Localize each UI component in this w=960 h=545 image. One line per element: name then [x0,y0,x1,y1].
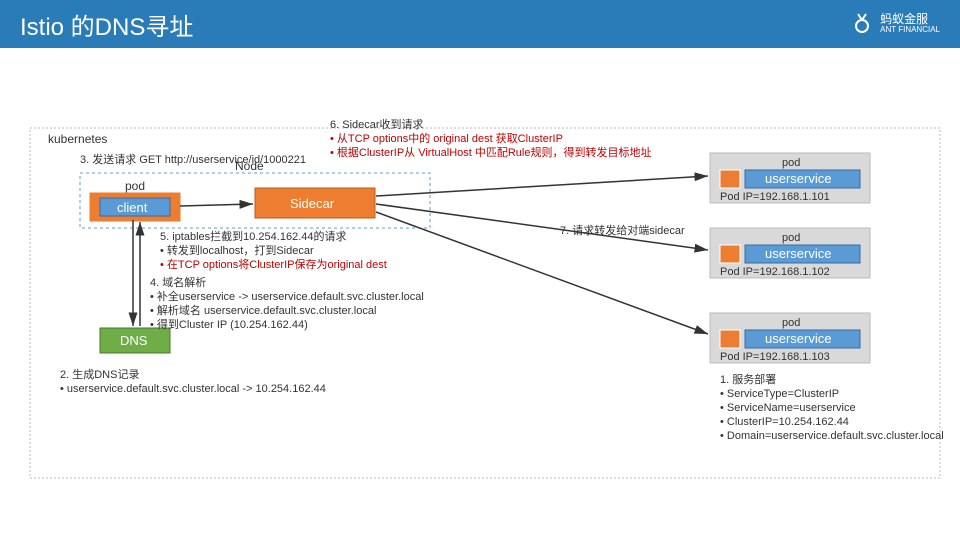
sidecar-label: Sidecar [290,196,335,211]
svg-text:pod: pod [782,232,800,244]
brand-en: ANT FINANCIAL [880,26,940,35]
svg-text:• 从TCP options中的 original dest: • 从TCP options中的 original dest 获取Cluster… [330,131,563,145]
step5-b1: 转发到localhost，打到Sidecar [167,243,314,257]
svc-pod-3: pod userservice Pod IP=192.168.1.103 [710,313,870,363]
step1-b4: Domain=userservice.default.svc.cluster.l… [727,430,944,442]
svg-text:Pod IP=192.168.1.102: Pod IP=192.168.1.102 [720,266,830,278]
svg-text:• Domain=userservice.default.s: • Domain=userservice.default.svc.cluster… [720,430,944,442]
svg-text:Pod IP=192.168.1.101: Pod IP=192.168.1.101 [720,191,830,203]
svg-text:• 根据ClusterIP从 VirtualHost 中匹配: • 根据ClusterIP从 VirtualHost 中匹配Rule规则，得到转… [330,145,652,159]
step4-b1: 补全userservice -> userservice.default.svc… [157,289,424,303]
step6-r1: 从TCP options中的 original dest 获取ClusterIP [337,131,563,145]
step6-title: 6. Sidecar收到请求 [330,117,424,131]
step4-b2: 解析域名 userservice.default.svc.cluster.loc… [157,303,376,317]
svg-text:• ServiceType=ClusterIP: • ServiceType=ClusterIP [720,388,839,400]
svg-text:• 解析域名 userservice.default.svc: • 解析域名 userservice.default.svc.cluster.l… [150,303,376,317]
step1-title: 1. 服务部署 [720,372,776,386]
ant-icon [850,12,874,36]
svc-pod-2: pod userservice Pod IP=192.168.1.102 [710,228,870,278]
step4-b3: 得到Cluster IP (10.254.162.44) [157,318,308,331]
client-label: client [117,200,148,215]
svg-text:pod: pod [782,157,800,169]
node-pod-label: pod [125,179,145,193]
step6-r2: 根据ClusterIP从 VirtualHost 中匹配Rule规则，得到转发目… [337,145,652,159]
svg-text:userservice: userservice [765,331,831,346]
brand-block: 蚂蚁金服 ANT FINANCIAL [850,12,940,36]
step1-b3: ClusterIP=10.254.162.44 [727,416,849,428]
svg-text:• ServiceName=userservice: • ServiceName=userservice [720,402,856,414]
diagram-area: kubernetes Node pod client Sidecar DNS 3… [0,48,960,540]
svg-text:• 补全userservice -> userservice: • 补全userservice -> userservice.default.s… [150,289,424,303]
step1-b2: ServiceName=userservice [727,402,856,414]
svg-text:• 得到Cluster IP (10.254.162.44): • 得到Cluster IP (10.254.162.44) [150,318,308,331]
svg-text:• ClusterIP=10.254.162.44: • ClusterIP=10.254.162.44 [720,416,849,428]
svg-text:• 在TCP options将ClusterIP保存为ori: • 在TCP options将ClusterIP保存为original dest [160,257,387,271]
svc-pod-1: pod userservice Pod IP=192.168.1.101 [710,153,870,203]
svg-text:• userservice.default.svc.clus: • userservice.default.svc.cluster.local … [60,383,326,395]
step5-r1: 在TCP options将ClusterIP保存为original dest [167,257,387,271]
step2-title: 2. 生成DNS记录 [60,367,139,381]
svg-text:• 转发到localhost，打到Sidecar: • 转发到localhost，打到Sidecar [160,243,314,257]
svg-text:userservice: userservice [765,246,831,261]
step4-title: 4. 域名解析 [150,275,206,289]
svg-text:Pod IP=192.168.1.103: Pod IP=192.168.1.103 [720,351,830,363]
svg-text:userservice: userservice [765,171,831,186]
svg-text:pod: pod [782,317,800,329]
step7: 7. 请求转发给对端sidecar [560,223,685,237]
page-title: Istio 的DNS寻址 [20,7,193,42]
step1-b1: ServiceType=ClusterIP [727,388,839,400]
step3: 3. 发送请求 GET http://userservice/id/100022… [80,152,306,166]
dns-label: DNS [120,333,148,348]
step5-title: 5. iptables拦截到10.254.162.44的请求 [160,229,347,243]
k8s-label: kubernetes [48,132,107,146]
header-bar: Istio 的DNS寻址 蚂蚁金服 ANT FINANCIAL [0,0,960,48]
step2-b1: userservice.default.svc.cluster.local ->… [67,383,326,395]
